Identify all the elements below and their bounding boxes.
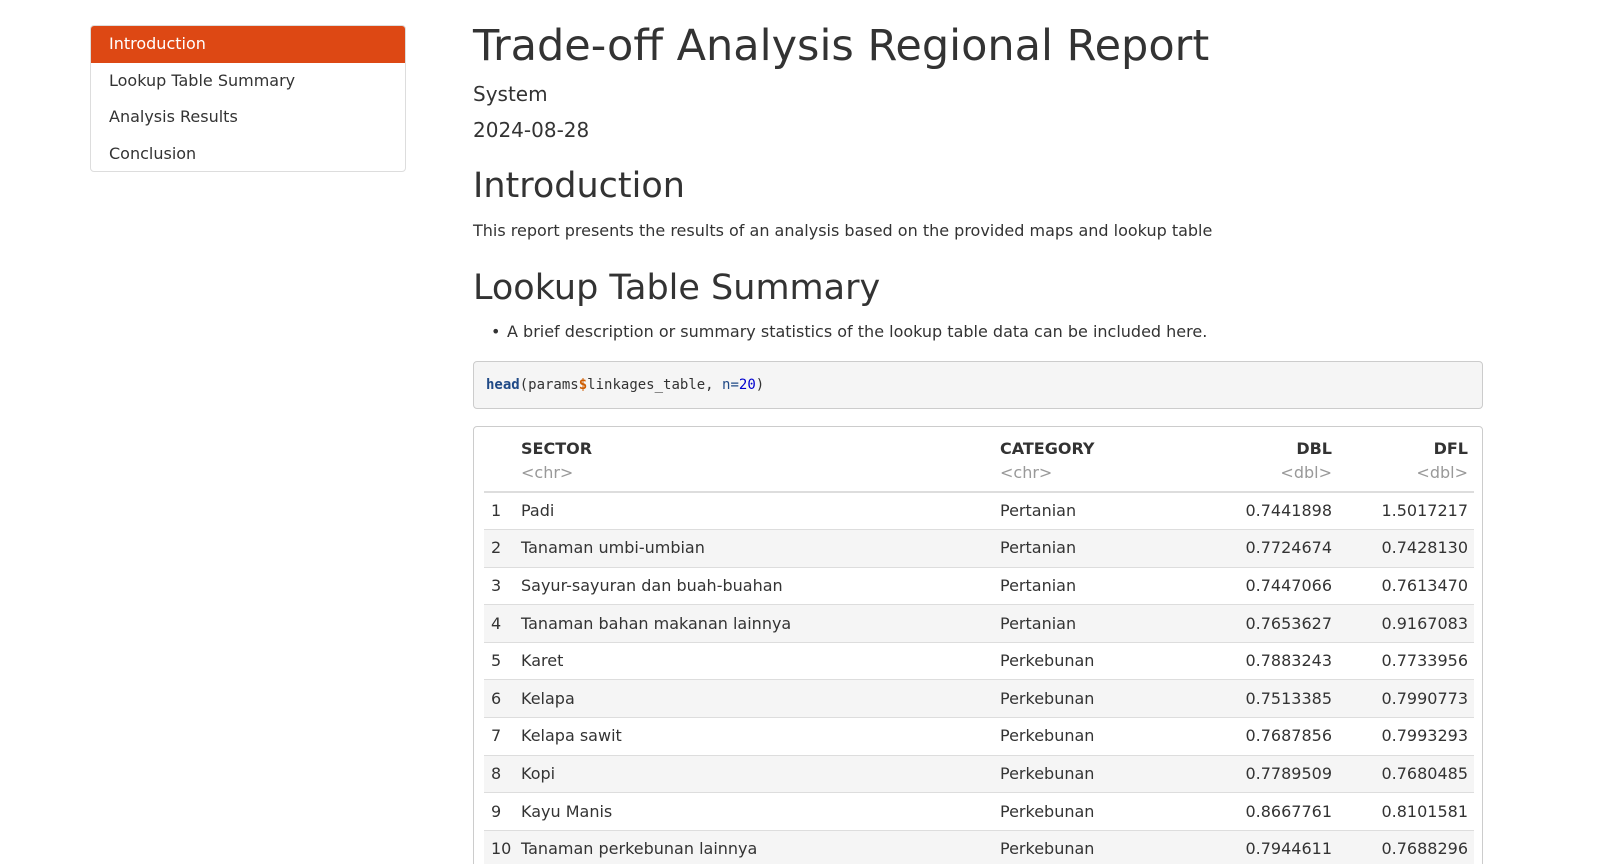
cell-category: Perkebunan	[1000, 679, 1200, 718]
cell-sector: Tanaman bahan makanan lainnya	[521, 604, 1000, 643]
column-name: DBL	[1296, 439, 1332, 458]
cell-dbl: 0.7441898	[1245, 501, 1332, 521]
report-author: System	[473, 82, 548, 106]
column-name: SECTOR	[521, 439, 593, 458]
cell-category: Pertanian	[1000, 604, 1200, 643]
table-of-contents: Introduction Lookup Table Summary Analys…	[90, 25, 406, 172]
column-type: <dbl>	[1280, 463, 1332, 482]
cell-sector: Kayu Manis	[521, 792, 1000, 831]
cell-dbl: 0.7883243	[1200, 641, 1332, 680]
cell-sector: Kelapa	[521, 679, 1000, 718]
cell-sector: Tanaman umbi-umbian	[521, 529, 1000, 568]
cell-dfl: 0.9167083	[1332, 604, 1474, 643]
cell-category: Perkebunan	[1000, 754, 1200, 793]
cell-dfl: 0.7613470	[1332, 566, 1474, 605]
cell-sector: Tanaman perkebunan lainnya	[521, 829, 1000, 864]
cell-category: Perkebunan	[1000, 717, 1200, 756]
row-index: 10	[484, 829, 521, 864]
column-header-dbl: DBL <dbl>	[1200, 427, 1332, 493]
cell-dbl: 0.7687856	[1200, 717, 1332, 756]
cell-dbl: 0.7724674	[1200, 529, 1332, 568]
cell-sector: Kopi	[521, 754, 1000, 793]
bullet-marker: •	[491, 322, 501, 341]
table-row: 5 Karet Perkebunan 0.7883243 0.7733956	[484, 641, 1474, 680]
row-index: 3	[484, 566, 521, 605]
lookup-table-summary-heading: Lookup Table Summary	[473, 268, 881, 308]
column-header-sector: SECTOR <chr>	[521, 427, 1000, 493]
code-object: (params	[519, 377, 579, 393]
cell-category: Perkebunan	[1000, 792, 1200, 831]
toc-item-conclusion[interactable]: Conclusion	[91, 136, 405, 172]
column-type: <chr>	[1000, 463, 1053, 482]
introduction-heading: Introduction	[473, 166, 685, 206]
row-index: 1	[491, 501, 502, 521]
column-type: <dbl>	[1416, 463, 1468, 482]
summary-bullet-text: A brief description or summary statistic…	[507, 322, 1208, 341]
row-index: 7	[484, 717, 521, 756]
introduction-text: This report presents the results of an a…	[473, 221, 1213, 240]
page-title: Trade-off Analysis Regional Report	[473, 21, 1210, 71]
cell-sector: Kelapa sawit	[521, 717, 1000, 756]
column-name: DFL	[1433, 439, 1468, 458]
cell-category: Perkebunan	[1000, 829, 1200, 864]
code-equals: =	[730, 377, 739, 393]
row-index: 4	[484, 604, 521, 643]
column-header-dfl: DFL <dbl>	[1332, 427, 1474, 493]
cell-dfl: 0.7993293	[1332, 717, 1474, 756]
code-operator: $	[578, 377, 588, 393]
toc-item-introduction[interactable]: Introduction	[91, 26, 405, 63]
row-index: 9	[484, 792, 521, 831]
cell-dfl: 0.7680485	[1332, 754, 1474, 793]
code-function: head	[486, 377, 520, 393]
code-argument: linkages_table,	[587, 377, 723, 393]
cell-dbl: 0.7447066	[1200, 566, 1332, 605]
cell-sector: Sayur-sayuran dan buah-buahan	[521, 566, 1000, 605]
cell-dbl: 0.7789509	[1200, 754, 1332, 793]
column-name: CATEGORY	[1000, 439, 1095, 458]
code-close-paren: )	[755, 377, 765, 393]
toc-item-analysis-results[interactable]: Analysis Results	[91, 99, 405, 136]
row-index: 5	[484, 641, 521, 680]
row-index: 8	[484, 754, 521, 793]
column-header-index	[484, 427, 521, 493]
cell-dbl: 0.7513385	[1200, 679, 1332, 718]
table-row: 8 Kopi Perkebunan 0.7789509 0.7680485	[484, 754, 1474, 793]
code-number: 20	[738, 377, 756, 393]
cell-category: Perkebunan	[1000, 641, 1200, 680]
table-row: 2 Tanaman umbi-umbian Pertanian 0.7724674 0.…	[484, 529, 1474, 568]
table-header-row: SECTOR <chr> CATEGORY <chr> DBL <dbl> DFL <d…	[484, 427, 1474, 493]
cell-dbl: 0.7944611	[1200, 829, 1332, 864]
lookup-data-table: SECTOR <chr> CATEGORY <chr> DBL <dbl> DFL <d…	[484, 427, 1474, 864]
cell-dfl: 0.7733956	[1332, 641, 1474, 680]
data-table-container: SECTOR <chr> CATEGORY <chr> DBL <dbl> DFL <d…	[473, 426, 1483, 864]
cell-dfl: 0.8101581	[1332, 792, 1474, 831]
table-row: 7 Kelapa sawit Perkebunan 0.7687856 0.799329…	[484, 717, 1474, 756]
table-row: 10 Tanaman perkebunan lainnya Perkebunan 0.…	[484, 829, 1474, 864]
table-row: 4 Tanaman bahan makanan lainnya Pertanian 0…	[484, 604, 1474, 643]
cell-sector: Padi	[521, 501, 555, 521]
code-chunk: head(params$linkages_table, n=20)	[473, 361, 1483, 409]
table-row: 3 Sayur-sayuran dan buah-buahan Pertanian 0…	[484, 566, 1474, 605]
cell-dfl: 1.5017217	[1381, 501, 1468, 521]
table-row: 1 Padi Pertanian 0.7441898 1.5017217	[484, 492, 1474, 530]
row-index: 2	[484, 529, 521, 568]
table-row: 9 Kayu Manis Perkebunan 0.8667761 0.8101581	[484, 792, 1474, 831]
cell-dfl: 0.7428130	[1332, 529, 1474, 568]
toc-item-lookup-table-summary[interactable]: Lookup Table Summary	[91, 63, 405, 100]
column-header-category: CATEGORY <chr>	[1000, 427, 1200, 493]
cell-sector: Karet	[521, 641, 1000, 680]
cell-category: Pertanian	[1000, 529, 1200, 568]
cell-dbl: 0.7653627	[1200, 604, 1332, 643]
summary-bullet: • A brief description or summary statist…	[491, 321, 1208, 343]
row-index: 6	[484, 679, 521, 718]
column-type: <chr>	[521, 463, 574, 482]
cell-category: Pertanian	[1000, 501, 1077, 521]
table-row: 6 Kelapa Perkebunan 0.7513385 0.7990773	[484, 679, 1474, 718]
report-date: 2024-08-28	[473, 118, 590, 142]
cell-dfl: 0.7688296	[1332, 829, 1474, 864]
cell-category: Pertanian	[1000, 566, 1200, 605]
cell-dfl: 0.7990773	[1332, 679, 1474, 718]
cell-dbl: 0.8667761	[1200, 792, 1332, 831]
